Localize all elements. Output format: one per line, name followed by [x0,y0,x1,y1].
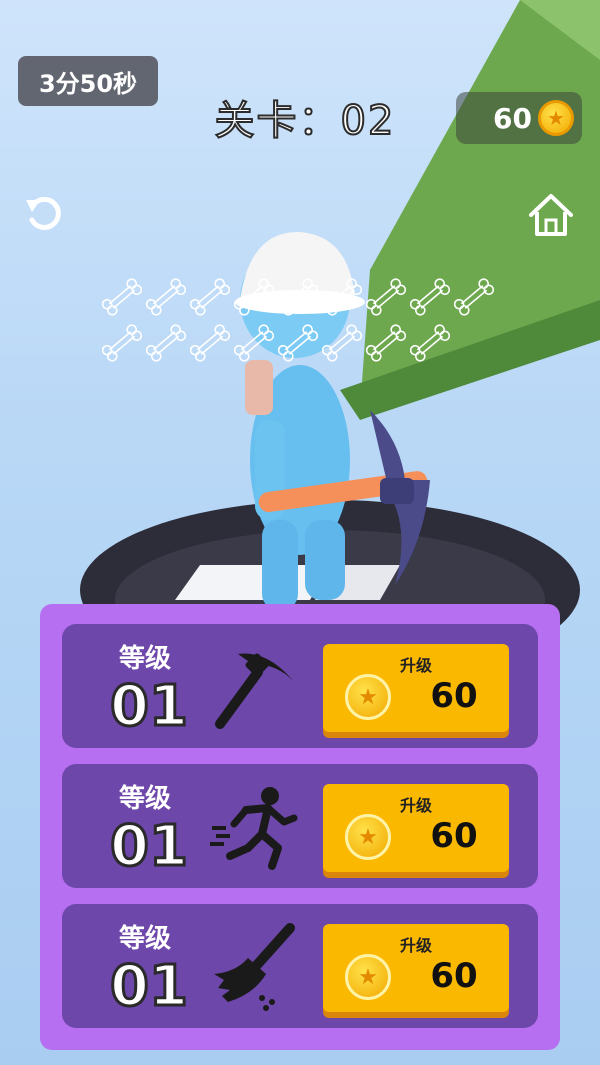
level-label: 等级 [118,784,171,814]
bone-icon [233,278,275,316]
bone-icon [365,324,407,362]
bone-icon [453,278,495,316]
home-icon[interactable] [526,190,576,240]
bone-collection-indicator [101,278,495,362]
level-number: 01 [109,953,190,1021]
pickaxe-icon [215,653,294,729]
upgrade-button-speed[interactable]: 升级 ★ 60 [323,784,509,872]
upgrade-label: 升级 [399,656,432,675]
upgrade-row-pickaxe: 等级 01 升级 ★ 60 [62,624,538,748]
upgrade-button-broom[interactable]: 升级 ★ 60 [323,924,509,1012]
level-number: 01 [109,813,190,881]
timer-text: 3分50秒 [38,69,138,98]
bone-icon [409,324,451,362]
bone-icon [321,278,363,316]
level-number: 01 [109,673,190,741]
bone-icon [101,324,143,362]
coin-counter: 60 ★ [456,92,582,144]
upgrade-panel: 等级 01 升级 ★ 60 等级 01 升级 ★ 60 等级 01 升级 ★ 6… [40,604,560,1050]
upgrade-row-broom: 等级 01 升级 ★ 60 [62,904,538,1028]
coin-icon: ★ [345,674,391,720]
bone-icon [145,324,187,362]
broom-icon [214,923,295,1011]
bone-icon [277,324,319,362]
upgrade-label: 升级 [399,796,432,815]
bone-icon [233,324,275,362]
upgrade-price: 60 [430,956,478,996]
coin-icon: ★ [538,100,574,136]
bone-icon [189,278,231,316]
level-title: 关卡：02 [214,97,396,145]
upgrade-label: 升级 [399,936,432,955]
upgrade-row-speed: 等级 01 升级 ★ 60 [62,764,538,888]
coin-count: 60 [493,101,532,135]
bone-icon [145,278,187,316]
coin-icon: ★ [345,814,391,860]
bone-icon [101,278,143,316]
upgrade-button-pickaxe[interactable]: 升级 ★ 60 [323,644,509,732]
undo-icon[interactable] [22,192,66,236]
upgrade-price: 60 [430,816,478,856]
upgrade-price: 60 [430,676,478,716]
bone-icon [277,278,319,316]
bone-icon [409,278,451,316]
timer: 3分50秒 [18,56,158,106]
level-label: 等级 [118,924,171,954]
bone-icon [189,324,231,362]
bone-icon [365,278,407,316]
level-label: 等级 [118,644,171,674]
bone-icon [321,324,363,362]
coin-icon: ★ [345,954,391,1000]
running-man-icon [210,787,298,870]
